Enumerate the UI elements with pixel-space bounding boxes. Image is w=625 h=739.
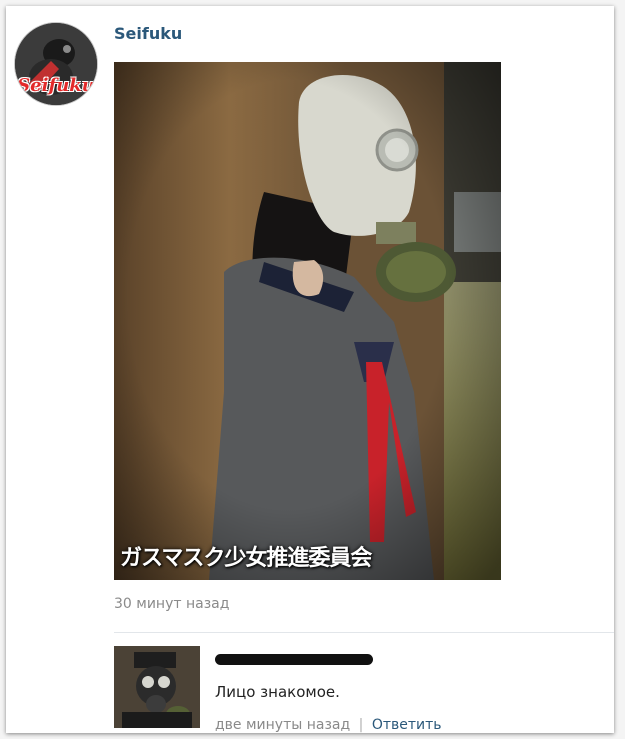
commenter-avatar[interactable] (114, 646, 200, 728)
photo-illustration (114, 62, 501, 580)
comment-time[interactable]: две минуты назад (215, 717, 350, 733)
photo-caption: ガスマスク少女推進委員会 (120, 546, 372, 571)
comment-text: Лицо знакомое. (215, 683, 340, 701)
commenter-name-redacted[interactable] (215, 654, 373, 665)
comment-meta-separator: | (358, 717, 364, 733)
comment-meta: две минуты назад | Ответить (215, 717, 442, 733)
comments-divider (114, 632, 614, 633)
avatar-logo-text: Seifuku (17, 75, 95, 96)
post-photo[interactable]: ガスマスク少女推進委員会 (114, 62, 501, 580)
commenter-avatar-image (114, 646, 200, 728)
post-card: Seifuku Seifuku ガスマスク少女推進委員会 30 минут на… (6, 6, 614, 733)
post-timestamp[interactable]: 30 минут назад (114, 596, 229, 612)
post-author-name[interactable]: Seifuku (114, 24, 182, 43)
author-avatar[interactable]: Seifuku (14, 22, 98, 106)
reply-link[interactable]: Ответить (372, 717, 442, 733)
